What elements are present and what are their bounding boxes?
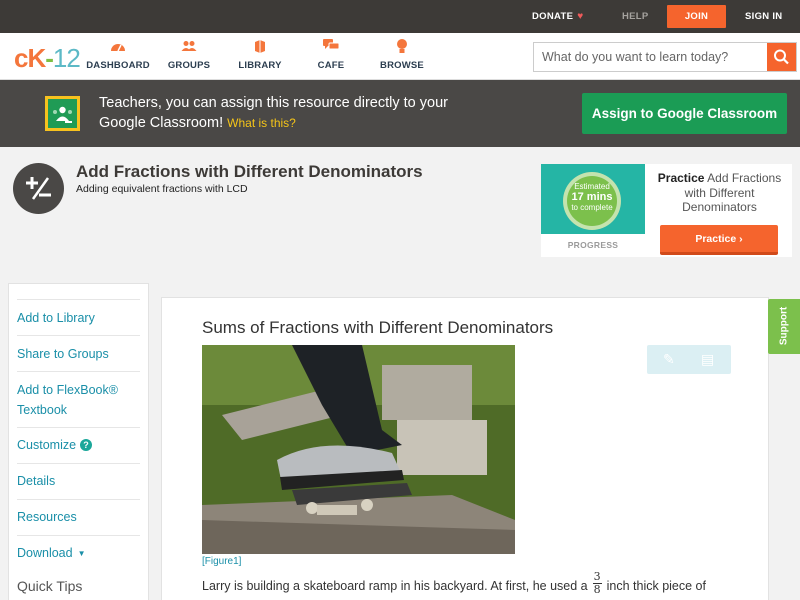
main-nav: cK-12 DASHBOARD GROUPS LIBRARY CAFE BROW… [0, 33, 800, 80]
top-utility-bar: DONATE ♥ HELP JOIN SIGN IN [0, 0, 800, 33]
search-button[interactable] [767, 43, 796, 71]
fraction: 38 [592, 571, 602, 596]
logo-dash: - [45, 43, 54, 73]
library-icon [220, 39, 300, 57]
assign-to-google-classroom-button[interactable]: Assign to Google Classroom [582, 93, 787, 134]
logo-ck: cK [14, 43, 46, 73]
estimated-mins: 17 mins [571, 191, 613, 203]
google-classroom-banner: Teachers, you can assign this resource d… [0, 80, 800, 147]
nav-label: LIBRARY [238, 60, 282, 71]
search-icon [774, 49, 789, 65]
edit-tools: ✎ ▤ [647, 345, 731, 374]
search-input[interactable] [534, 43, 768, 71]
sidebar-item-share-to-groups[interactable]: Share to Groups [17, 335, 140, 371]
customize-label: Customize [17, 438, 77, 452]
nav-library[interactable]: LIBRARY [220, 39, 300, 71]
body-text-start: Larry is building a skateboard ramp in h… [202, 578, 588, 593]
nav-label: CAFE [317, 60, 345, 71]
what-is-this-link[interactable]: What is this? [227, 116, 296, 130]
sidebar-item-details[interactable]: Details [17, 463, 140, 499]
banner-text: Teachers, you can assign this resource d… [99, 93, 479, 133]
practice-button[interactable]: Practice › [660, 225, 778, 255]
estimated-label: Estimated [574, 182, 610, 191]
practice-title: Practice Add Fractions with Different De… [653, 171, 786, 215]
help-icon[interactable]: ? [80, 439, 93, 451]
to-complete-label: to complete [571, 203, 613, 212]
body-text-end: inch thick piece of [606, 578, 706, 593]
plus-minus-icon [13, 163, 64, 214]
figure-caption[interactable]: [Figure1] [202, 556, 241, 567]
sidebar-item-add-to-library[interactable]: Add to Library [17, 299, 140, 335]
concept-title: Add Fractions with Different Denominator… [76, 162, 423, 181]
ck12-logo[interactable]: cK-12 [14, 43, 81, 74]
concept-subtitle: Adding equivalent fractions with LCD [76, 183, 248, 195]
cafe-icon [291, 39, 371, 57]
notes-icon[interactable]: ▤ [701, 351, 714, 368]
caret-down-icon: ▼ [77, 549, 86, 558]
estimated-time: Estimated 17 mins to complete [563, 182, 621, 213]
help-link[interactable]: HELP [622, 0, 649, 33]
sidebar-item-add-to-flexbook[interactable]: Add to FlexBook® Textbook [17, 371, 140, 427]
groups-icon [149, 39, 229, 57]
sidebar-item-customize[interactable]: Customize? [17, 427, 140, 463]
join-button[interactable]: JOIN [667, 5, 726, 28]
download-label: Download [17, 546, 73, 560]
dashboard-icon [78, 39, 158, 57]
nav-browse[interactable]: BROWSE [362, 39, 442, 71]
nav-cafe[interactable]: CAFE [291, 39, 371, 71]
quick-tips-heading: Quick Tips [17, 578, 83, 594]
nav-dashboard[interactable]: DASHBOARD [78, 39, 158, 71]
practice-button-label: Practice [695, 233, 737, 245]
progress-image: Estimated 17 mins to complete [541, 164, 645, 234]
sign-in-link[interactable]: SIGN IN [745, 0, 782, 33]
nav-label: DASHBOARD [86, 60, 150, 71]
support-tab[interactable]: Support [768, 299, 800, 354]
pencil-icon[interactable]: ✎ [663, 351, 675, 368]
fraction-denominator: 8 [593, 583, 601, 596]
support-label: Support [778, 306, 790, 346]
nav-groups[interactable]: GROUPS [149, 39, 229, 71]
chevron-right-icon: › [739, 233, 743, 245]
skateboard-figure [202, 345, 515, 554]
content-title: Sums of Fractions with Different Denomin… [202, 318, 554, 337]
browse-icon [362, 39, 442, 57]
practice-card: Estimated 17 mins to complete PROGRESS P… [541, 164, 792, 257]
logo-number: 12 [52, 43, 81, 73]
donate-link[interactable]: DONATE ♥ [532, 0, 583, 33]
search-box [533, 42, 797, 72]
content-panel: Sums of Fractions with Different Denomin… [161, 297, 769, 600]
sidebar-item-resources[interactable]: Resources [17, 499, 140, 535]
nav-label: GROUPS [167, 60, 211, 71]
sidebar-item-download[interactable]: Download ▼ [17, 535, 140, 571]
nav-label: BROWSE [380, 60, 424, 71]
practice-title-bold: Practice [657, 171, 705, 185]
donate-label: DONATE [532, 11, 574, 22]
progress-label: PROGRESS [567, 240, 619, 250]
google-classroom-icon [45, 96, 80, 131]
heart-icon: ♥ [577, 11, 584, 22]
left-sidebar: Add to Library Share to Groups Add to Fl… [8, 283, 149, 600]
body-paragraph: Larry is building a skateboard ramp in h… [202, 571, 762, 596]
